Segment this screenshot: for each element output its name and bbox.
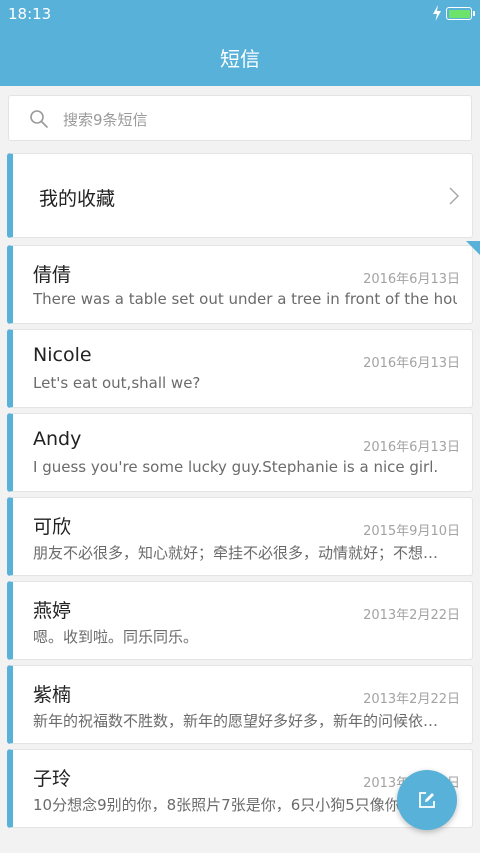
message-preview: 新年的祝福数不胜数，新年的愿望好多好多，新年的问候依… [33,712,439,730]
chevron-right-icon [449,187,460,205]
message-preview: Let's eat out,shall we? [33,374,201,392]
message-item[interactable]: 紫楠 2013年2月22日 新年的祝福数不胜数，新年的愿望好多好多，新年的问候依… [7,665,473,744]
message-item[interactable]: 倩倩 2016年6月13日 There was a table set out … [7,245,473,324]
status-time: 18:13 [8,5,52,23]
message-item[interactable]: 燕婷 2013年2月22日 嗯。收到啦。同乐同乐。 [7,581,473,660]
message-preview: There was a table set out under a tree i… [33,290,457,308]
status-bar: 18:13 [0,0,480,28]
charging-icon [433,5,441,21]
message-item[interactable]: 可欣 2015年9月10日 朋友不必很多，知心就好；牵挂不必很多，动情就好；不想… [7,497,473,576]
message-sender: 紫楠 [33,684,72,706]
page-title: 短信 [220,47,260,71]
message-sender: Andy [33,428,82,450]
message-preview: 10分想念9别的你，8张照片7张是你，6只小狗5只像你 [33,796,400,814]
message-date: 2016年6月13日 [363,440,460,455]
message-sender: 可欣 [33,516,72,538]
message-preview: I guess you're some lucky guy.Stephanie … [33,458,439,476]
message-sender: 倩倩 [33,264,72,286]
compose-icon [419,792,435,808]
message-date: 2016年6月13日 [363,356,460,371]
message-item[interactable]: Andy 2016年6月13日 I guess you're some luck… [7,413,473,492]
message-preview: 朋友不必很多，知心就好；牵挂不必很多，动情就好；不想… [33,544,439,562]
message-sender: 子玲 [33,768,72,790]
favorites-label: 我的收藏 [39,188,116,210]
message-item[interactable]: Nicole 2016年6月13日 Let's eat out,shall we… [7,329,473,408]
unread-corner-flag [466,241,480,255]
search-input[interactable]: 搜索9条短信 [8,95,472,141]
message-date: 2013年2月22日 [363,608,460,623]
compose-button[interactable] [397,770,457,830]
message-date: 2013年2月22日 [363,692,460,707]
message-sender: Nicole [33,344,92,366]
message-sender: 燕婷 [33,600,72,622]
battery-level [448,9,470,18]
app-header: 18:13 短信 [0,0,480,86]
battery-icon [446,7,475,20]
favorites-item[interactable]: 我的收藏 [7,153,473,238]
search-icon [30,110,48,128]
message-date: 2015年9月10日 [363,524,460,539]
message-date: 2016年6月13日 [363,272,460,287]
message-preview: 嗯。收到啦。同乐同乐。 [33,628,199,646]
search-placeholder: 搜索9条短信 [63,111,148,129]
